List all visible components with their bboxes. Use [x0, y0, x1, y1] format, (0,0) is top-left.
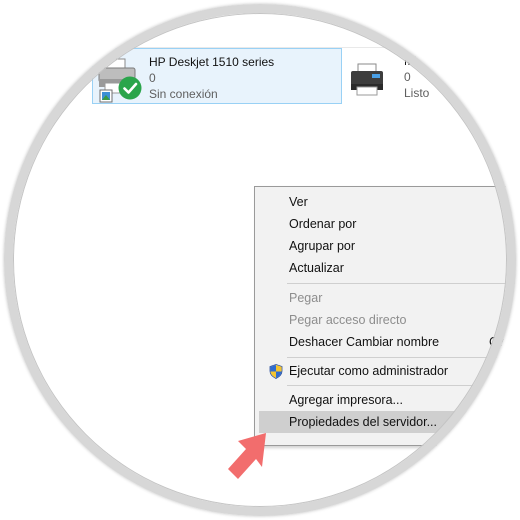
menu-item-agregar-impresora[interactable]: Agregar impresora... [259, 389, 516, 411]
printer-jobs: 0 [149, 71, 156, 85]
menu-separator [287, 283, 516, 284]
menu-item-label: Agrupar por [289, 239, 356, 253]
menu-item-label: Agregar impresora... [289, 393, 403, 407]
magnifier-lens: HP Deskjet 1510 series 0 Sin conexión Mi… [4, 4, 516, 516]
menu-item-label: Ordenar por [289, 217, 357, 231]
menu-item-ejecutar-como-administrador[interactable]: Ejecutar como administrador [259, 360, 516, 382]
printer-icon [351, 63, 383, 96]
printer-name: HP Deskjet 1510 series [149, 55, 275, 69]
menu-item-label: Deshacer Cambiar nombre [289, 335, 440, 349]
context-menu: Ver Ordenar por Agrupar por Actualizar P… [254, 186, 516, 446]
menu-item-label: Pegar acceso directo [289, 313, 407, 327]
printer-status: Sin conexión [149, 87, 218, 101]
menu-item-label: Actualizar [289, 261, 344, 275]
menu-item-agrupar-por[interactable]: Agrupar por [259, 235, 516, 257]
menu-item-deshacer-cambiar-nombre[interactable]: Deshacer Cambiar nombre Ctrl [259, 331, 516, 353]
menu-item-ordenar-por[interactable]: Ordenar por [259, 213, 516, 235]
menu-item-pegar[interactable]: Pegar [259, 287, 516, 309]
printer-tile-hp-deskjet[interactable]: HP Deskjet 1510 series 0 Sin conexión [92, 48, 342, 104]
pointer-arrow-icon [228, 433, 266, 479]
menu-item-label: Pegar [289, 291, 323, 305]
uac-shield-icon [269, 364, 283, 379]
menu-item-shortcut: Ctrl [489, 335, 509, 349]
menu-item-label: Propiedades del servidor... [289, 415, 438, 429]
menu-item-ver[interactable]: Ver [259, 191, 516, 213]
printer-name: Mi [404, 54, 417, 68]
menu-item-propiedades-del-servidor[interactable]: Propiedades del servidor... [259, 411, 516, 433]
printer-tile-second[interactable]: Mi 0 Listo [348, 48, 516, 104]
menu-item-actualizar[interactable]: Actualizar [259, 257, 516, 279]
printer-jobs: 0 [404, 70, 411, 84]
menu-item-label: Ver [289, 195, 308, 209]
menu-separator [287, 357, 516, 358]
menu-item-pegar-acceso-directo[interactable]: Pegar acceso directo [259, 309, 516, 331]
menu-separator [287, 385, 516, 386]
menu-item-label: Ejecutar como administrador [289, 364, 449, 378]
printer-status: Listo [404, 86, 430, 100]
default-check-badge-icon [118, 76, 142, 100]
